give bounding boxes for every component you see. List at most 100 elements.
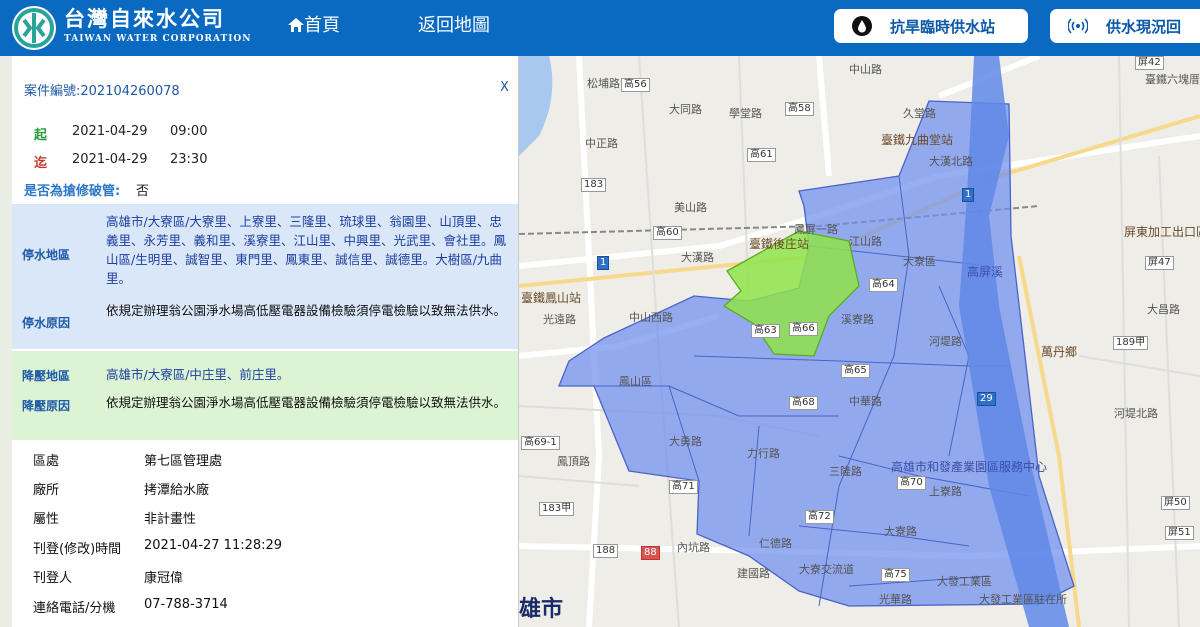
start-time: 09:00 xyxy=(170,124,208,139)
road-label: 大勇路 xyxy=(669,435,702,448)
route-shield: 高60 xyxy=(653,226,682,240)
logo-title: 台灣自來水公司 xyxy=(64,6,225,31)
info-label: 刊登(修改)時間 xyxy=(33,542,122,557)
place-label: 高雄市和發產業園區服務中心 xyxy=(891,460,1048,474)
route-shield: 高70 xyxy=(897,476,926,490)
road-label: 大同路 xyxy=(669,103,702,116)
road-label: 大寮路 xyxy=(884,525,917,538)
map-canvas xyxy=(519,56,1200,627)
road-label: 河堤北路 xyxy=(1114,407,1158,420)
road-label: 溪寮路 xyxy=(841,313,874,326)
nav-back-to-map-link[interactable]: 返回地圖 xyxy=(418,14,490,38)
road-label: 三隆路 xyxy=(829,465,862,478)
outage-reason-label: 停水原因 xyxy=(22,316,71,330)
route-shield: 183甲 xyxy=(539,502,575,516)
route-shield: 屏50 xyxy=(1161,496,1190,510)
route-shield: 高69-1 xyxy=(521,436,560,450)
place-label: 大發工業區駐在所 xyxy=(979,593,1067,606)
info-value: 07-788-3714 xyxy=(144,597,228,612)
road-label: 仁德路 xyxy=(759,537,792,550)
water-drop-icon xyxy=(852,16,872,36)
road-label: 鳳屏一路 xyxy=(794,223,838,236)
status-button-label: 供水現況回 xyxy=(1106,17,1182,36)
place-label: 屏東加工出口區 xyxy=(1124,225,1200,239)
nav-home-link[interactable]: 首頁 xyxy=(288,14,340,38)
panel-left-gutter xyxy=(0,56,12,627)
low-pressure-area-value: 高雄市/大寮區/中庄里、前庄里。 xyxy=(106,367,290,382)
district-label: 萬丹鄉 xyxy=(1041,345,1078,359)
road-label: 上寮路 xyxy=(929,485,962,498)
route-shield: 高68 xyxy=(789,396,818,410)
station-label: 臺鐵六塊厝 xyxy=(1145,73,1200,86)
drought-water-station-button[interactable]: 抗旱臨時供水站 xyxy=(833,8,1029,44)
end-time-row: 迄 2021-04-29 23:30 xyxy=(34,152,207,171)
water-supply-status-button[interactable]: 供水現況回 xyxy=(1049,8,1200,44)
road-label: 鳳頂路 xyxy=(557,455,590,468)
route-shield: 高64 xyxy=(869,278,898,292)
road-label: 中華路 xyxy=(849,395,882,408)
road-label: 河堤路 xyxy=(929,335,962,348)
district-label: 大寮區 xyxy=(903,255,936,268)
info-value: 康冠偉 xyxy=(144,571,184,586)
low-pressure-section: 降壓地區 高雄市/大寮區/中庄里、前庄里。 降壓原因 依規定辦理翁公園淨水場高低… xyxy=(12,351,518,440)
road-label: 學堂路 xyxy=(729,107,762,120)
pipe-repair-value: 否 xyxy=(136,184,150,199)
info-label: 連絡電話/分機 xyxy=(33,601,116,616)
road-label: 大昌路 xyxy=(1147,303,1180,316)
info-label: 區處 xyxy=(33,454,60,469)
route-shield: 高75 xyxy=(881,568,910,582)
info-label: 刊登人 xyxy=(33,571,73,586)
info-label: 廠所 xyxy=(33,483,60,498)
road-label: 松埔路 xyxy=(587,77,620,90)
close-button[interactable]: X xyxy=(500,80,509,95)
outage-map[interactable]: 松埔路 大同路 學堂路 中正路 中山路 久堂路 美山路 大漢路 光遠路 中山西路… xyxy=(519,56,1200,627)
header-bar: 台灣自來水公司 TAIWAN WATER CORPORATION 首頁 返回地圖… xyxy=(0,0,1200,56)
nav-home-label: 首頁 xyxy=(304,15,340,36)
road-label: 建國路 xyxy=(737,567,770,580)
place-label: 大發工業區 xyxy=(937,575,992,588)
station-label: 臺鐵九曲堂站 xyxy=(881,133,954,147)
signal-icon xyxy=(1068,18,1088,34)
route-shield: 屏42 xyxy=(1135,56,1164,70)
outage-area-value: 高雄市/大寮區/大寮里、上寮里、三隆里、琉球里、翁園里、山頂里、忠義里、永芳里、… xyxy=(106,214,507,286)
highway-shield: 1 xyxy=(962,188,975,202)
end-time: 23:30 xyxy=(170,152,208,167)
info-value: 2021-04-27 11:28:29 xyxy=(144,538,283,553)
city-label: 雄市 xyxy=(519,597,564,622)
road-label: 光華路 xyxy=(879,593,912,606)
road-label: 光遠路 xyxy=(543,313,576,326)
pipe-repair-label: 是否為搶修破管: xyxy=(24,184,121,199)
low-pressure-reason-value: 依規定辦理翁公園淨水場高低壓電器設備檢驗須停電檢驗以致無法供水。 xyxy=(106,395,507,410)
road-label: 大漢路 xyxy=(681,251,714,264)
route-shield: 高61 xyxy=(747,148,776,162)
logo-text: 台灣自來水公司 TAIWAN WATER CORPORATION xyxy=(64,6,252,45)
route-shield: 高63 xyxy=(751,324,780,338)
info-value: 第七區管理處 xyxy=(144,454,223,469)
highway-shield: 1 xyxy=(597,256,610,270)
road-label: 久堂路 xyxy=(903,107,936,120)
route-shield: 屏51 xyxy=(1165,526,1194,540)
start-time-row: 起 2021-04-29 09:00 xyxy=(34,124,207,143)
outage-area-label: 停水地區 xyxy=(22,248,71,262)
end-date: 2021-04-29 xyxy=(72,152,148,167)
case-number: 案件編號:202104260078 xyxy=(24,84,180,99)
route-shield: 183 xyxy=(581,178,607,192)
route-shield: 高66 xyxy=(789,322,818,336)
road-label: 中正路 xyxy=(585,137,618,150)
low-pressure-reason-label: 降壓原因 xyxy=(22,399,71,413)
route-shield: 高56 xyxy=(621,78,650,92)
start-label: 起 xyxy=(34,128,48,143)
road-label: 大漢北路 xyxy=(929,155,973,168)
route-shield: 高72 xyxy=(805,510,834,524)
route-shield: 高65 xyxy=(841,364,870,378)
highway-shield: 29 xyxy=(977,392,996,406)
water-company-logo[interactable] xyxy=(10,4,58,52)
outage-section: 停水地區 高雄市/大寮區/大寮里、上寮里、三隆里、琉球里、翁園里、山頂里、忠義里… xyxy=(12,204,518,349)
road-label: 美山路 xyxy=(674,201,707,214)
info-value: 非計畫性 xyxy=(144,512,197,527)
route-shield: 屏47 xyxy=(1145,256,1174,270)
info-value: 拷潭給水廠 xyxy=(144,483,210,498)
route-shield: 高71 xyxy=(669,480,698,494)
end-label: 迄 xyxy=(34,156,48,171)
road-label: 江山路 xyxy=(849,235,882,248)
